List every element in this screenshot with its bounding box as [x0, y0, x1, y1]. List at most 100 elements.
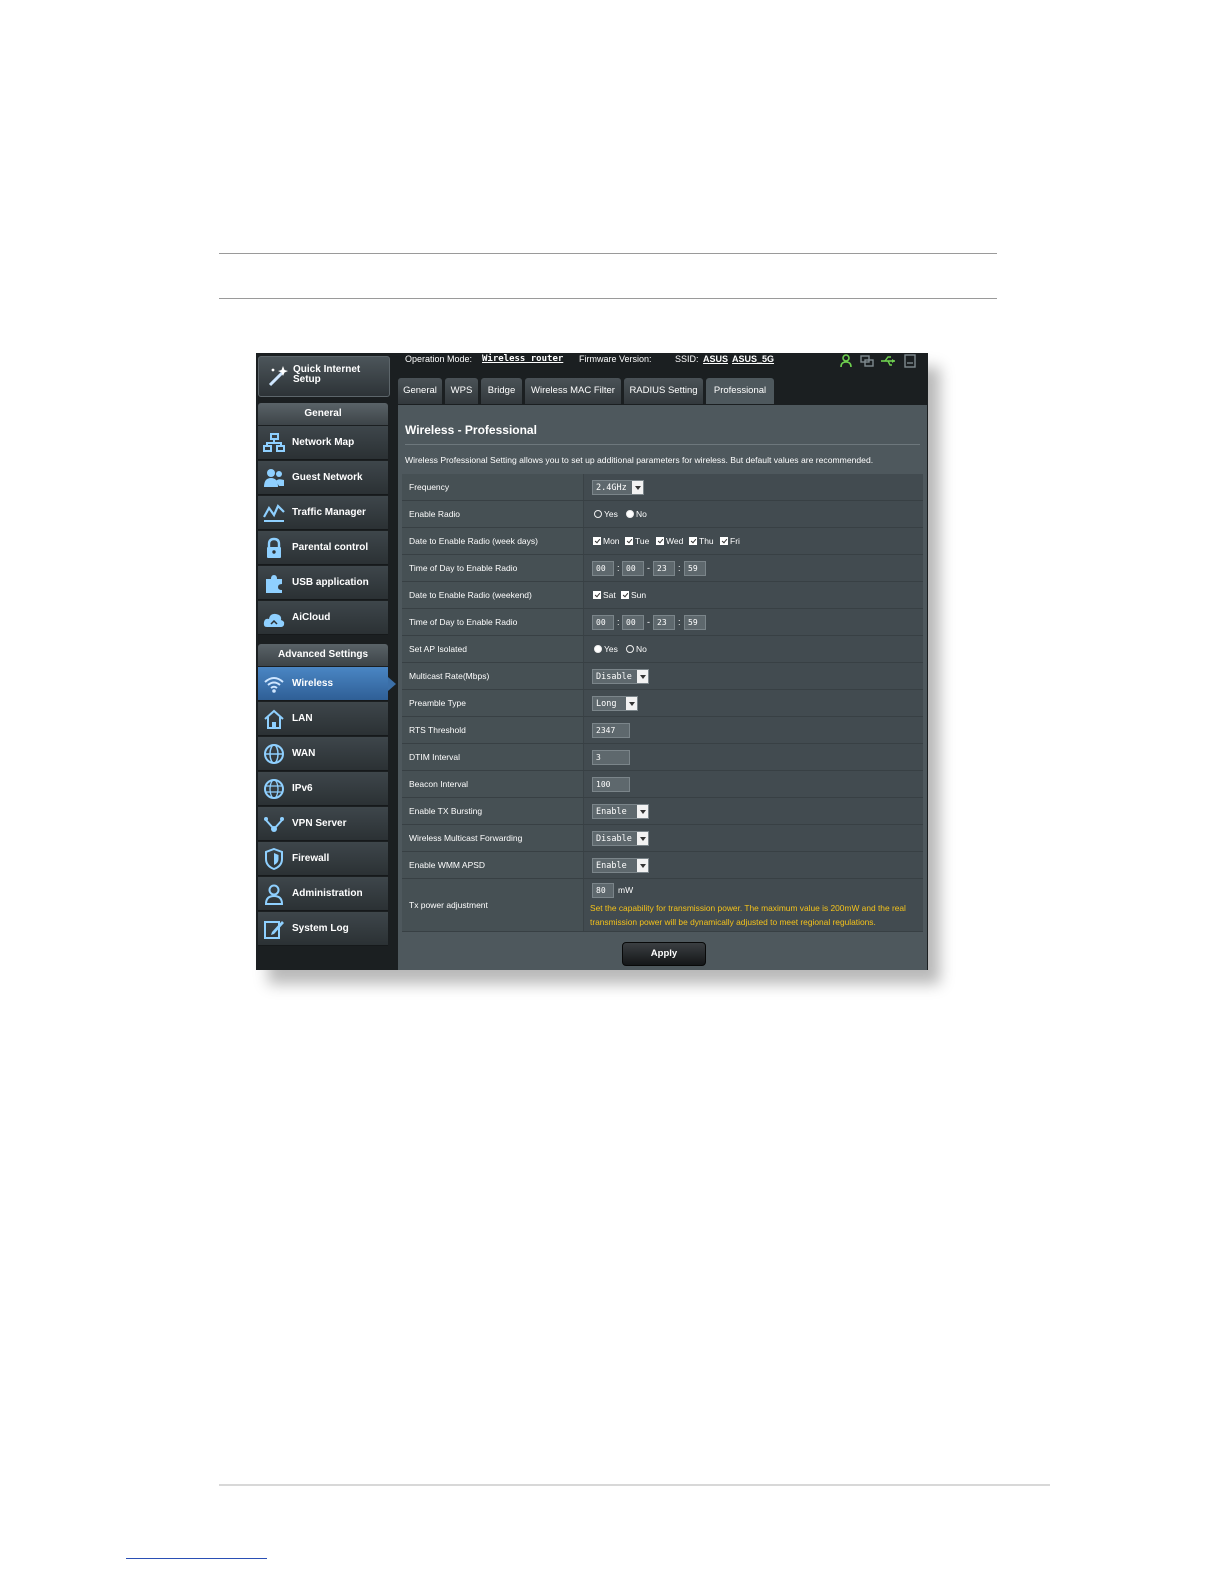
- preamble-select[interactable]: Long: [592, 696, 638, 711]
- row-label: Enable Radio: [402, 501, 584, 527]
- ap-isolated-no[interactable]: [626, 645, 634, 653]
- option-label: Thu: [699, 536, 714, 546]
- edit-log-icon: [264, 921, 284, 939]
- sidebar-item-lan[interactable]: LAN: [258, 702, 388, 736]
- tab-radius-setting[interactable]: RADIUS Setting: [624, 378, 703, 404]
- dtim-interval-input[interactable]: 3: [592, 750, 630, 765]
- sidebar-item-firewall[interactable]: Firewall: [258, 842, 388, 876]
- select-value: 2.4GHz: [596, 483, 627, 493]
- beacon-interval-input[interactable]: 100: [592, 777, 630, 792]
- shield-icon: [265, 848, 283, 870]
- ssid-link-2g[interactable]: ASUS: [703, 354, 728, 364]
- row-weekend: Date to Enable Radio (weekend) Sat Sun: [402, 582, 923, 609]
- option-label: No: [636, 644, 647, 654]
- end-minute-input[interactable]: 59: [684, 615, 706, 630]
- end-hour-input[interactable]: 23: [653, 561, 675, 576]
- option-label: Yes: [604, 509, 618, 519]
- operation-mode-label: Operation Mode:: [405, 354, 473, 364]
- checkbox-mon[interactable]: [593, 537, 601, 545]
- end-hour-input[interactable]: 23: [653, 615, 675, 630]
- time-separator: :: [678, 617, 681, 627]
- printer-icon[interactable]: [904, 354, 916, 368]
- option-label: Mon: [603, 536, 620, 546]
- sidebar-item-aicloud[interactable]: AiCloud: [258, 601, 388, 635]
- start-minute-input[interactable]: 00: [622, 615, 644, 630]
- end-minute-input[interactable]: 59: [684, 561, 706, 576]
- row-label: Multicast Rate(Mbps): [402, 663, 584, 689]
- option-label: No: [636, 509, 647, 519]
- checkbox-sun[interactable]: [621, 591, 629, 599]
- start-hour-input[interactable]: 00: [592, 561, 614, 576]
- tab-professional[interactable]: Professional: [706, 378, 774, 404]
- checkbox-fri[interactable]: [720, 537, 728, 545]
- sidebar-item-usb-application[interactable]: USB application: [258, 566, 388, 600]
- sidebar-item-system-log[interactable]: System Log: [258, 912, 388, 946]
- sidebar-item-ipv6[interactable]: IPv6: [258, 772, 388, 806]
- sidebar-item-traffic-manager[interactable]: Traffic Manager: [258, 496, 388, 530]
- row-label: Beacon Interval: [402, 771, 584, 797]
- chevron-down-icon: [632, 481, 643, 494]
- option-label: Tue: [635, 536, 650, 546]
- sidebar-item-label: USB application: [292, 577, 369, 588]
- row-tx-power: Tx power adjustment 80 mW Set the capabi…: [402, 879, 923, 932]
- sidebar-item-guest-network[interactable]: Guest Network: [258, 461, 388, 495]
- operation-mode-link[interactable]: Wireless router: [482, 354, 563, 364]
- tx-bursting-select[interactable]: Enable: [592, 804, 649, 819]
- row-weekday-time: Time of Day to Enable Radio 00 : 00 - 23…: [402, 555, 923, 582]
- select-value: Enable: [596, 861, 627, 871]
- ipv6-globe-icon: [264, 779, 284, 799]
- row-label: Enable TX Bursting: [402, 798, 584, 824]
- sidebar-item-label: VPN Server: [292, 818, 347, 829]
- title-divider: [405, 444, 920, 445]
- wmm-apsd-select[interactable]: Enable: [592, 858, 649, 873]
- tab-bridge[interactable]: Bridge: [481, 378, 522, 404]
- option-label: Yes: [604, 644, 618, 654]
- checkbox-thu[interactable]: [689, 537, 697, 545]
- row-label: Time of Day to Enable Radio: [402, 609, 584, 635]
- frequency-select[interactable]: 2.4GHz: [592, 480, 644, 495]
- enable-radio-no[interactable]: [626, 510, 634, 518]
- chevron-down-icon: [626, 697, 637, 710]
- start-minute-input[interactable]: 00: [622, 561, 644, 576]
- puzzle-icon: [266, 575, 282, 593]
- enable-radio-yes[interactable]: [594, 510, 602, 518]
- start-hour-input[interactable]: 00: [592, 615, 614, 630]
- sidebar-item-label: WAN: [292, 748, 316, 759]
- apply-button[interactable]: Apply: [622, 942, 706, 966]
- time-separator: :: [617, 563, 620, 573]
- row-weekdays: Date to Enable Radio (week days) Mon Tue…: [402, 528, 923, 555]
- network-status-icon[interactable]: [860, 354, 874, 368]
- users-icon: [264, 469, 284, 487]
- sidebar-item-wan[interactable]: WAN: [258, 737, 388, 771]
- sidebar-item-label: Network Map: [292, 437, 355, 448]
- client-status-icon[interactable]: [840, 354, 854, 368]
- sidebar-item-administration[interactable]: Administration: [258, 877, 388, 911]
- firmware-label: Firmware Version:: [579, 354, 652, 364]
- multicast-rate-select[interactable]: Disable: [592, 669, 649, 684]
- sidebar-item-label: IPv6: [292, 783, 313, 794]
- checkbox-wed[interactable]: [656, 537, 664, 545]
- tab-wps[interactable]: WPS: [445, 378, 478, 404]
- ssid-link-5g[interactable]: ASUS_5G: [732, 354, 774, 364]
- row-multicast-rate: Multicast Rate(Mbps) Disable: [402, 663, 923, 690]
- sidebar-item-label: Administration: [292, 888, 363, 899]
- sidebar-item-label: Guest Network: [292, 472, 363, 483]
- tx-power-input[interactable]: 80: [592, 883, 614, 898]
- ap-isolated-yes[interactable]: [594, 645, 602, 653]
- sidebar-item-network-map[interactable]: Network Map: [258, 426, 388, 460]
- range-separator: -: [647, 563, 650, 573]
- wifi-icon: [264, 677, 284, 693]
- sidebar-item-parental-control[interactable]: Parental control: [258, 531, 388, 565]
- tab-wireless-mac-filter[interactable]: Wireless MAC Filter: [525, 378, 621, 404]
- multicast-forwarding-select[interactable]: Disable: [592, 831, 649, 846]
- checkbox-tue[interactable]: [625, 537, 633, 545]
- sidebar-item-vpn-server[interactable]: VPN Server: [258, 807, 388, 841]
- checkbox-sat[interactable]: [593, 591, 601, 599]
- sidebar-item-wireless[interactable]: Wireless: [258, 667, 396, 701]
- quick-internet-setup-button[interactable]: Quick Internet Setup: [258, 356, 390, 397]
- row-label: DTIM Interval: [402, 744, 584, 770]
- rts-threshold-input[interactable]: 2347: [592, 723, 630, 738]
- usb-icon[interactable]: [880, 354, 896, 368]
- row-dtim: DTIM Interval 3: [402, 744, 923, 771]
- tab-general[interactable]: General: [398, 378, 442, 404]
